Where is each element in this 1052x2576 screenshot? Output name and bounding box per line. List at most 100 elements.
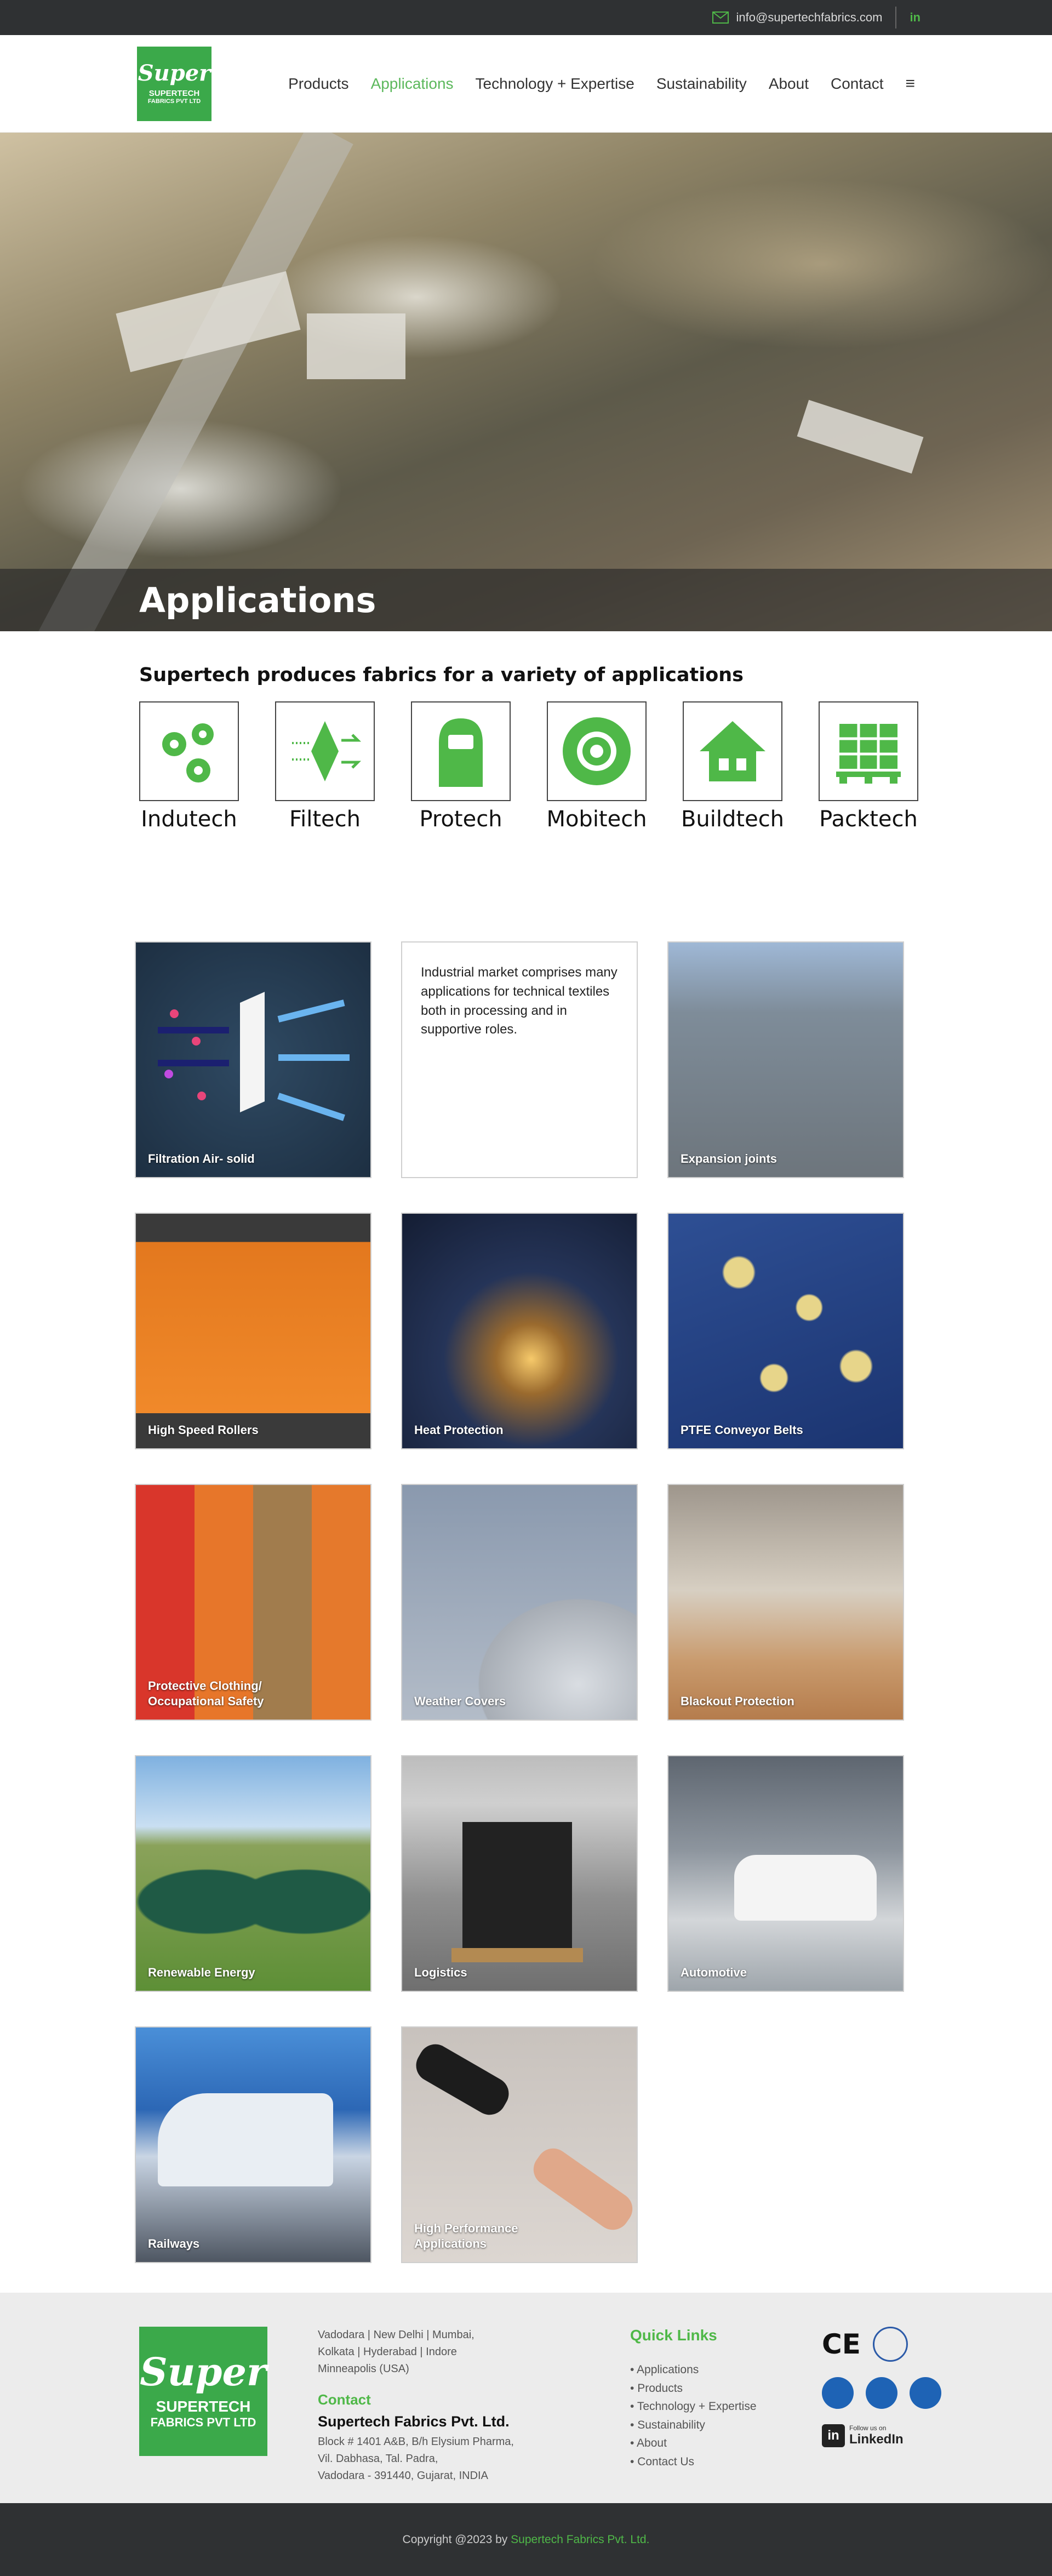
tile-high-performance[interactable]: High Performance Applications (401, 2026, 638, 2263)
category-label: Indutech (141, 807, 237, 832)
tile-caption: Railways (148, 2237, 200, 2251)
pallet-icon (836, 724, 901, 784)
address-line: Block # 1401 A&B, B/h Elysium Pharma, (318, 2436, 514, 2448)
tile-railways[interactable]: Railways (135, 2026, 371, 2263)
category-label: Filtech (289, 807, 361, 832)
tile-renewable-energy[interactable]: Renewable Energy (135, 1755, 371, 1992)
category-buildtech[interactable]: Buildtech (681, 701, 785, 832)
category-indutech[interactable]: Indutech (139, 701, 239, 832)
logo-line2: FABRICS PVT LTD (147, 98, 201, 105)
copyright-company-link[interactable]: Supertech Fabrics Pvt. Ltd. (511, 2533, 649, 2546)
quick-link-contact[interactable]: • Contact Us (630, 2453, 816, 2471)
logo-script: Super (138, 60, 211, 86)
page-title: Applications (139, 580, 376, 620)
gears-icon (162, 723, 214, 782)
tile-filtration[interactable]: Filtration Air- solid (135, 941, 371, 1178)
car-shape (734, 1855, 877, 1921)
linkedin-icon: in (822, 2424, 845, 2447)
linkedin-icon[interactable]: in (910, 10, 921, 25)
copyright-bar: Copyright @2023 by Supertech Fabrics Pvt… (0, 2503, 1052, 2576)
category-icon-box (411, 701, 511, 801)
email-text: info@supertechfabrics.com (736, 10, 883, 24)
mail-icon (712, 12, 729, 24)
quick-link-applications[interactable]: • Applications (630, 2361, 816, 2379)
site-header: Super SUPERTECH FABRICS PVT LTD Products… (0, 35, 1052, 133)
wheel-icon (563, 717, 631, 785)
logo[interactable]: Super SUPERTECH FABRICS PVT LTD (137, 46, 211, 121)
tuv-iso-badge-icon (866, 2377, 897, 2409)
tile-caption: PTFE Conveyor Belts (681, 1423, 803, 1437)
category-filtech[interactable]: Filtech (275, 701, 375, 832)
category-protech[interactable]: Protech (411, 701, 511, 832)
site-footer: Super SUPERTECH FABRICS PVT LTD Vadodara… (0, 2293, 1052, 2503)
top-bar: info@supertechfabrics.com in (0, 0, 1052, 35)
linkedin-big-text: LinkedIn (849, 2432, 904, 2447)
quick-links-heading: Quick Links (630, 2327, 717, 2344)
tile-weather-covers[interactable]: Weather Covers (401, 1484, 638, 1721)
hero-building-shape (307, 313, 405, 379)
application-grid: Filtration Air- solid Industrial market … (0, 832, 1052, 2263)
hero-banner: Applications (0, 133, 1052, 631)
intro-heading: Supertech produces fabrics for a variety… (139, 664, 744, 686)
tile-caption: Logistics (414, 1966, 467, 1980)
tile-industrial-description: Industrial market comprises many applica… (401, 941, 638, 1178)
linkedin-follow-link[interactable]: in Follow us on LinkedIn (822, 2424, 941, 2447)
address-line: Vil. Dabhasa, Tal. Padra, (318, 2453, 438, 2465)
tile-high-speed-rollers[interactable]: High Speed Rollers (135, 1213, 371, 1449)
category-mobitech[interactable]: Mobitech (546, 701, 647, 832)
tile-heat-protection[interactable]: Heat Protection (401, 1213, 638, 1449)
quick-link-sustainability[interactable]: • Sustainability (630, 2416, 816, 2435)
category-label: Protech (419, 807, 502, 832)
robot-hand-shape (410, 2038, 515, 2121)
linkedin-small-text: Follow us on (849, 2424, 887, 2432)
nav-item-contact[interactable]: Contact (831, 75, 884, 93)
tile-protective-clothing[interactable]: Protective Clothing/ Occupational Safety (135, 1484, 371, 1721)
tile-blackout-protection[interactable]: Blackout Protection (667, 1484, 904, 1721)
footer-logo-line1: SUPERTECH (156, 2398, 251, 2415)
menu-icon[interactable]: ≡ (905, 75, 915, 93)
tile-caption: Filtration Air- solid (148, 1152, 255, 1166)
category-icon-box (683, 701, 782, 801)
footer-logo-line2: FABRICS PVT LTD (150, 2415, 256, 2429)
tile-automotive[interactable]: Automotive (667, 1755, 904, 1992)
hero-title-strip: Applications (0, 569, 1052, 631)
city-line: Minneapolis (USA) (318, 2363, 409, 2375)
pallet-shape (451, 1948, 583, 1962)
nav-item-applications[interactable]: Applications (371, 75, 454, 93)
hero-road-shape (1, 133, 353, 631)
contact-heading: Contact (318, 2391, 371, 2408)
tile-caption: High Performance Applications (414, 2221, 518, 2251)
tile-caption: Automotive (681, 1966, 747, 1980)
tile-caption: Heat Protection (414, 1423, 504, 1437)
nav-item-sustainability[interactable]: Sustainability (656, 75, 747, 93)
footer-logo[interactable]: Super SUPERTECH FABRICS PVT LTD (139, 2327, 267, 2456)
category-label: Buildtech (681, 807, 785, 832)
category-icon-box (275, 701, 375, 801)
certification-badges: CE in Follow us on LinkedIn (822, 2327, 941, 2503)
tile-ptfe-conveyor-belts[interactable]: PTFE Conveyor Belts (667, 1213, 904, 1449)
train-shape (158, 2093, 333, 2186)
industrial-description-text: Industrial market comprises many applica… (421, 965, 618, 1037)
nav-item-products[interactable]: Products (288, 75, 349, 93)
company-name: Supertech Fabrics Pvt. Ltd. (318, 2413, 510, 2430)
tile-expansion-joints[interactable]: Expansion joints (667, 941, 904, 1178)
nav-item-about[interactable]: About (769, 75, 809, 93)
email-link[interactable]: info@supertechfabrics.com (712, 10, 883, 25)
category-icon-box (547, 701, 647, 801)
category-label: Packtech (819, 807, 918, 832)
logo-line1: SUPERTECH (148, 89, 200, 98)
quick-link-products[interactable]: • Products (630, 2379, 816, 2398)
category-icon-box (819, 701, 918, 801)
quick-link-about[interactable]: • About (630, 2434, 816, 2453)
ce-mark-icon: CE (822, 2328, 861, 2360)
nav-item-technology[interactable]: Technology + Expertise (476, 75, 634, 93)
city-line: Vadodara | New Delhi | Mumbai, (318, 2329, 474, 2341)
category-packtech[interactable]: Packtech (819, 701, 918, 832)
logistics-box-shape (462, 1822, 572, 1948)
tile-logistics[interactable]: Logistics (401, 1755, 638, 1992)
tile-caption: Weather Covers (414, 1694, 506, 1709)
footer-address: Vadodara | New Delhi | Mumbai, Kolkata |… (318, 2327, 548, 2503)
quick-link-technology[interactable]: • Technology + Expertise (630, 2397, 816, 2416)
certification-seal-icon (872, 2327, 908, 2362)
tile-caption: Blackout Protection (681, 1694, 794, 1709)
